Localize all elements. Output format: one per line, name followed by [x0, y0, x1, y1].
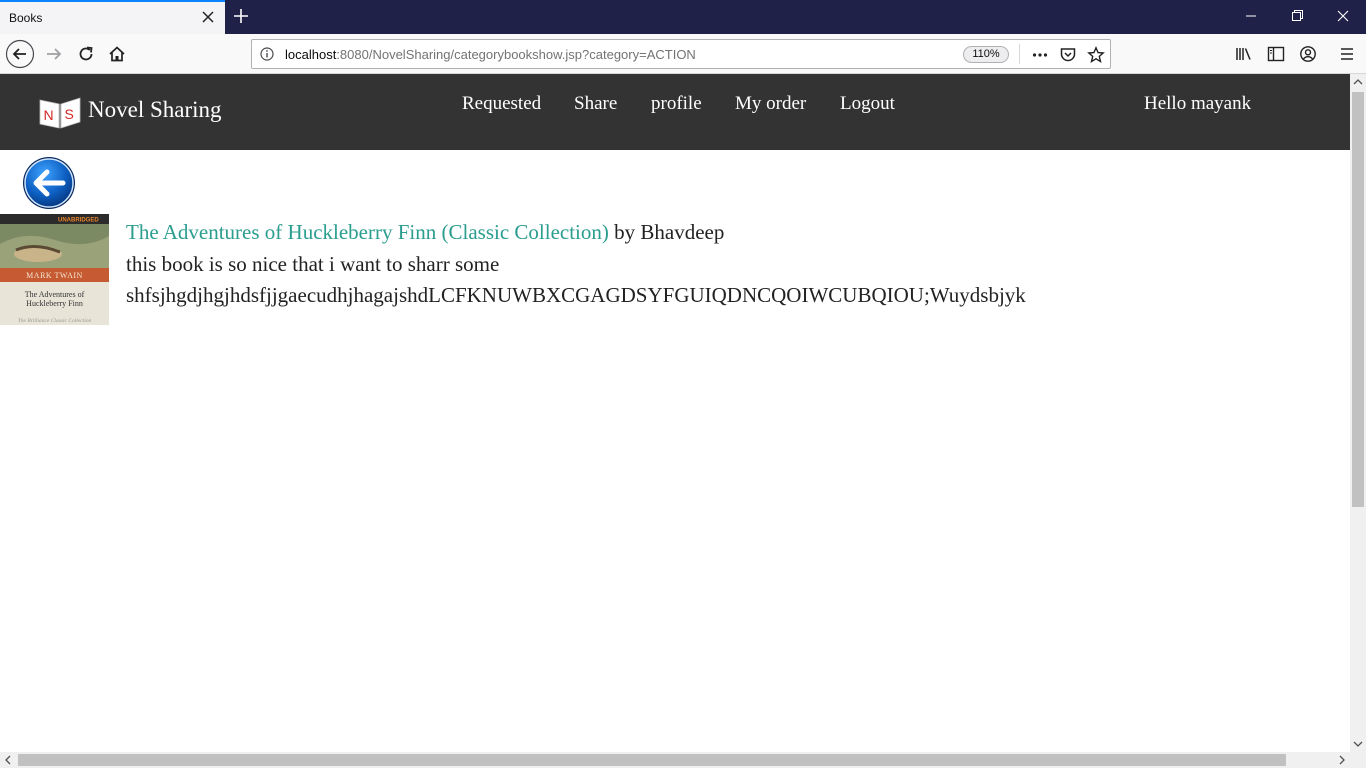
close-tab-icon[interactable] — [201, 10, 215, 24]
url-host: localhost — [285, 47, 337, 62]
book-title-link[interactable]: The Adventures of Huckleberry Finn (Clas… — [126, 220, 609, 244]
page-viewport: N S Novel Sharing Requested Share profil… — [0, 74, 1350, 752]
book-description-line2: shfsjhgdjhgjhdsfjjgaecudhjhagajshdLCFKNU… — [126, 283, 1026, 307]
forward-arrow-icon — [47, 48, 62, 60]
back-arrow-icon — [5, 39, 35, 69]
minimize-window-icon[interactable] — [1228, 0, 1274, 32]
site-navbar: N S Novel Sharing Requested Share profil… — [0, 74, 1350, 150]
hamburger-menu-icon[interactable] — [1339, 45, 1355, 63]
nav-link-logout[interactable]: Logout — [840, 93, 895, 115]
close-window-icon[interactable] — [1320, 0, 1366, 32]
book-description-line1: this book is so nice that i want to shar… — [126, 251, 500, 276]
book-author: by Bhavdeep — [608, 220, 725, 244]
scroll-right-arrow-icon[interactable] — [1334, 752, 1350, 768]
nav-link-profile[interactable]: profile — [651, 93, 702, 115]
sidebar-icon[interactable] — [1267, 45, 1285, 63]
account-icon[interactable] — [1299, 45, 1317, 63]
nav-link-my-order[interactable]: My order — [735, 93, 806, 115]
vertical-scrollbar[interactable] — [1350, 74, 1366, 752]
reload-icon — [79, 46, 93, 61]
back-button[interactable] — [4, 38, 36, 70]
book-details: The Adventures of Huckleberry Finn (Clas… — [126, 217, 1026, 312]
logo-letter-s: S — [65, 106, 74, 122]
site-brand[interactable]: Novel Sharing — [88, 97, 222, 123]
user-greeting: Hello mayank — [1144, 93, 1252, 114]
forward-button[interactable] — [38, 38, 70, 70]
cover-author: MARK TWAIN — [26, 271, 83, 280]
horizontal-scroll-thumb[interactable] — [18, 754, 1286, 766]
book-heading-line: The Adventures of Huckleberry Finn (Clas… — [126, 217, 1026, 249]
browser-toolbar: localhost:8080/NovelSharing/categorybook… — [0, 34, 1366, 74]
browser-titlebar: Books — [0, 0, 1366, 34]
url-path: :8080/NovelSharing/categorybookshow.jsp?… — [336, 47, 696, 62]
reload-button[interactable] — [70, 38, 102, 70]
cover-title-line2: Huckleberry Finn — [26, 299, 83, 308]
scrollbar-corner — [1350, 752, 1366, 768]
bookmark-star-icon[interactable] — [1087, 46, 1105, 64]
scroll-up-arrow-icon[interactable] — [1350, 74, 1366, 90]
nav-link-requested[interactable]: Requested — [462, 93, 541, 115]
library-icon[interactable] — [1235, 45, 1253, 63]
logo-letter-n: N — [44, 107, 54, 123]
pocket-icon[interactable] — [1059, 46, 1077, 64]
scroll-down-arrow-icon[interactable] — [1350, 736, 1366, 752]
zoom-level-badge[interactable]: 110% — [963, 46, 1009, 63]
url-text[interactable]: localhost:8080/NovelSharing/categorybook… — [285, 47, 696, 62]
book-cover-image[interactable]: UNABRIDGED MARK TWAIN The Adventures of … — [0, 214, 109, 325]
home-button[interactable] — [101, 38, 133, 70]
home-icon — [109, 46, 125, 62]
open-book-logo-icon[interactable]: N S — [38, 94, 82, 130]
scroll-left-arrow-icon[interactable] — [0, 752, 16, 768]
cover-badge: UNABRIDGED — [58, 218, 99, 224]
address-bar[interactable]: localhost:8080/NovelSharing/categorybook… — [251, 39, 1111, 69]
page-actions-icon[interactable] — [1031, 46, 1049, 64]
nav-link-share[interactable]: Share — [574, 93, 617, 115]
tab-title: Books — [9, 11, 43, 25]
cover-title-line1: The Adventures of — [25, 290, 85, 299]
site-info-icon[interactable] — [260, 47, 274, 61]
horizontal-scrollbar[interactable] — [0, 752, 1350, 768]
browser-tab[interactable]: Books — [0, 0, 225, 34]
new-tab-icon[interactable] — [232, 7, 250, 25]
url-divider — [1019, 44, 1020, 64]
back-arrow-button-icon[interactable] — [21, 155, 77, 211]
cover-series: The Brilliance Classic Collection — [18, 318, 92, 324]
restore-window-icon[interactable] — [1274, 0, 1320, 32]
vertical-scroll-thumb[interactable] — [1352, 92, 1364, 507]
